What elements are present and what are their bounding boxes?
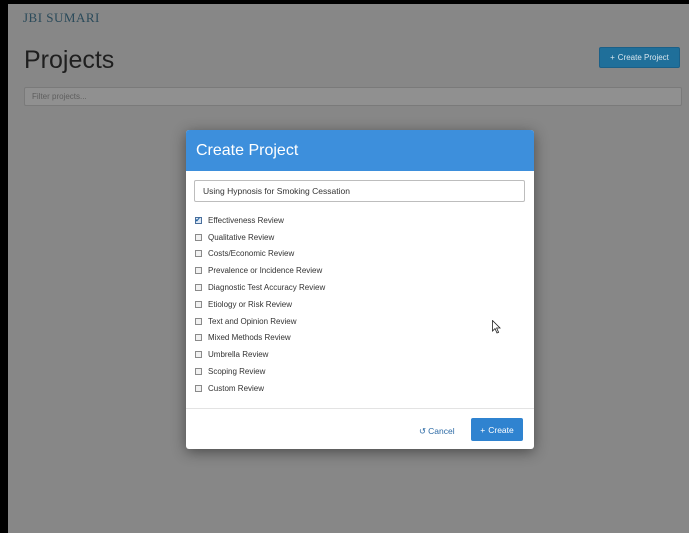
- create-project-modal: Create Project Using Hypnosis for Smokin…: [186, 130, 534, 449]
- review-type-option[interactable]: Umbrella Review: [195, 346, 325, 363]
- checkbox-icon[interactable]: [195, 317, 202, 325]
- review-type-option[interactable]: Etiology or Risk Review: [195, 296, 325, 313]
- review-type-label: Mixed Methods Review: [208, 333, 291, 343]
- project-title-input[interactable]: Using Hypnosis for Smoking Cessation: [194, 180, 525, 202]
- review-type-option[interactable]: Diagnostic Test Accuracy Review: [195, 279, 325, 296]
- cancel-button[interactable]: ↺ Cancel: [419, 422, 455, 440]
- review-type-option[interactable]: Custom Review: [195, 380, 325, 397]
- undo-icon: ↺: [419, 425, 427, 436]
- modal-header: Create Project: [186, 130, 534, 171]
- create-label: Create: [488, 424, 514, 435]
- review-type-label: Umbrella Review: [208, 350, 269, 360]
- review-type-label: Costs/Economic Review: [208, 249, 295, 259]
- filter-projects-input[interactable]: Filter projects...: [24, 87, 682, 106]
- plus-icon: +: [610, 53, 615, 62]
- checkbox-icon[interactable]: [195, 284, 202, 292]
- checkbox-icon[interactable]: [195, 368, 202, 376]
- checkbox-icon[interactable]: [195, 233, 202, 241]
- review-type-option[interactable]: Scoping Review: [195, 363, 325, 380]
- review-type-label: Text and Opinion Review: [208, 316, 297, 326]
- mouse-pointer-icon: [492, 320, 501, 334]
- review-type-label: Diagnostic Test Accuracy Review: [208, 283, 326, 293]
- review-type-option[interactable]: Text and Opinion Review: [195, 313, 325, 330]
- review-type-option[interactable]: Effectiveness Review: [195, 212, 325, 229]
- project-title-value: Using Hypnosis for Smoking Cessation: [203, 186, 350, 196]
- review-type-label: Prevalence or Incidence Review: [208, 266, 323, 276]
- checkbox-icon[interactable]: [195, 384, 202, 392]
- checkbox-icon[interactable]: [195, 300, 202, 308]
- filter-placeholder: Filter projects...: [32, 92, 87, 101]
- review-type-label: Custom Review: [208, 383, 265, 393]
- review-type-option[interactable]: Mixed Methods Review: [195, 330, 325, 347]
- modal-footer-divider: [186, 408, 534, 409]
- cancel-label: Cancel: [428, 426, 455, 436]
- brand-logo: JBI SUMARI: [23, 10, 100, 25]
- page-title: Projects: [24, 46, 115, 74]
- checkbox-icon[interactable]: [195, 250, 202, 258]
- plus-icon: +: [480, 424, 486, 435]
- create-project-button[interactable]: + Create Project: [599, 47, 680, 68]
- review-type-option[interactable]: Prevalence or Incidence Review: [195, 262, 325, 279]
- review-type-option[interactable]: Qualitative Review: [195, 229, 325, 246]
- review-type-option[interactable]: Costs/Economic Review: [195, 246, 325, 263]
- create-project-label: Create Project: [617, 53, 669, 62]
- create-button[interactable]: + Create: [471, 418, 523, 441]
- review-type-list: Effectiveness Review Qualitative Review …: [195, 212, 325, 397]
- app-screen: JBI SUMARI Projects + Create Project Fil…: [8, 4, 689, 533]
- checkbox-checked-icon[interactable]: [195, 216, 202, 224]
- review-type-label: Scoping Review: [208, 367, 266, 377]
- checkbox-icon[interactable]: [195, 267, 202, 275]
- review-type-label: Etiology or Risk Review: [208, 299, 293, 309]
- review-type-label: Qualitative Review: [208, 232, 275, 242]
- checkbox-icon[interactable]: [195, 351, 202, 359]
- checkbox-icon[interactable]: [195, 334, 202, 342]
- review-type-label: Effectiveness Review: [208, 215, 284, 225]
